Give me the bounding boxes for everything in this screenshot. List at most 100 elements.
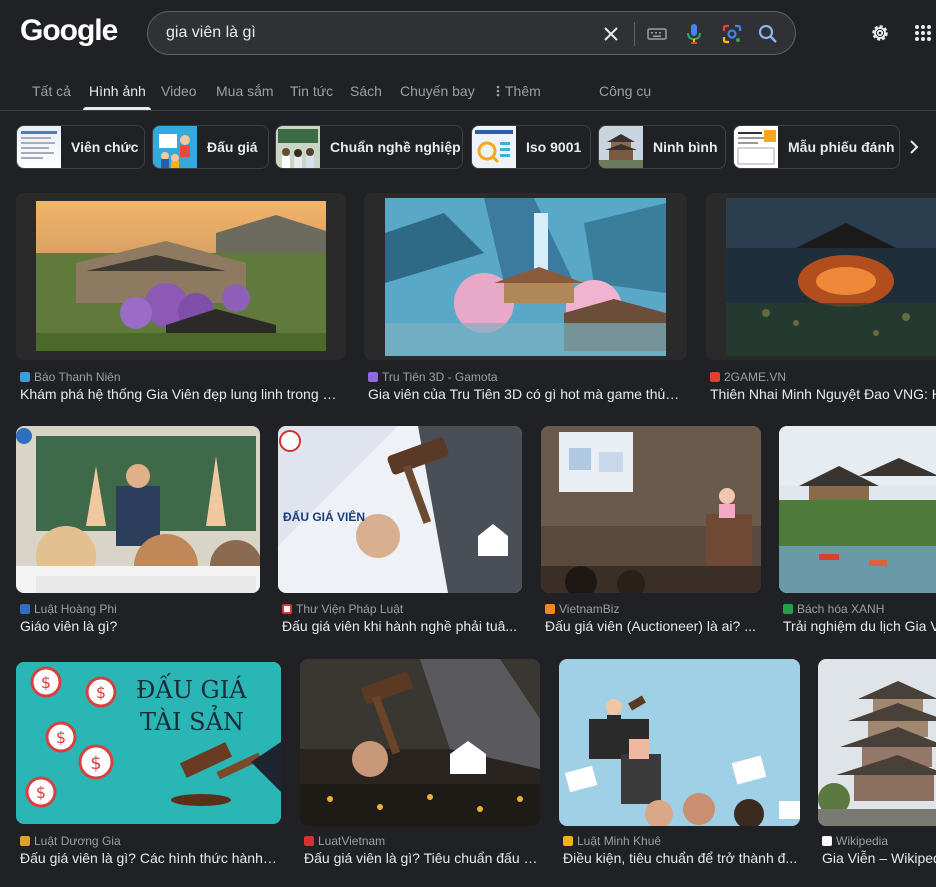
search-icon[interactable] [754, 20, 782, 48]
source-name: Bách hóa XANH [797, 602, 885, 616]
favicon-icon [20, 372, 30, 382]
favicon-icon [304, 836, 314, 846]
related-chips: Viên chức Đấu giá Chuẩn nghề nghiệp Iso … [0, 124, 936, 170]
chip-mau-phieu-danh[interactable]: Mẫu phiếu đánh [733, 125, 900, 169]
image-result[interactable]: Luật Hoàng Phi Giáo viên là gì? [16, 426, 260, 636]
result-title[interactable]: Thiên Nhai Minh Nguyệt Đao VNG: Hệ [710, 386, 936, 402]
source-name: Tru Tiên 3D - Gamota [382, 370, 498, 384]
chevron-right-icon[interactable] [904, 136, 924, 158]
chip-label: Chuẩn nghề nghiệp [330, 139, 461, 155]
result-thumbnail[interactable] [16, 426, 260, 593]
chip-label: Ninh bình [653, 139, 718, 155]
result-thumbnail[interactable] [779, 426, 936, 593]
result-source: LuatVietnam [304, 834, 540, 848]
image-result[interactable]: VietnamBiz Đấu giá viên (Auctioneer) là … [541, 426, 761, 636]
source-name: LuatVietnam [318, 834, 386, 848]
result-thumbnail[interactable] [541, 426, 761, 593]
result-source: Báo Thanh Niên [20, 370, 340, 384]
result-thumbnail[interactable] [559, 659, 800, 826]
image-result[interactable]: ĐẤU GIÁ VIÊN Thư Viện Pháp Luật Đấu giá … [278, 426, 522, 636]
chip-vien-chuc[interactable]: Viên chức [16, 125, 145, 169]
image-result[interactable]: Wikipedia Gia Viễn – Wikiped [818, 659, 936, 869]
result-title[interactable]: Điều kiện, tiêu chuẩn để trở thành đ... [563, 850, 798, 866]
image-result[interactable]: Tru Tiên 3D - Gamota Gia viên của Tru Ti… [364, 193, 687, 408]
source-name: Luật Minh Khuê [577, 834, 662, 848]
result-title[interactable]: Giáo viên là gì? [20, 618, 260, 634]
favicon-icon [545, 604, 555, 614]
image-result[interactable]: Báo Thanh Niên Khám phá hệ thống Gia Viê… [16, 193, 346, 408]
result-source: Luật Minh Khuê [563, 834, 800, 848]
tab-more[interactable]: Thêm [496, 83, 541, 99]
tab-all[interactable]: Tất cả [32, 83, 71, 99]
favicon-icon [710, 372, 720, 382]
search-divider [634, 22, 635, 46]
favicon-icon [368, 372, 378, 382]
tab-flights[interactable]: Chuyến bay [400, 83, 475, 99]
result-thumbnail[interactable] [818, 659, 936, 826]
result-title[interactable]: Đấu giá viên là gì? Các hình thức hành .… [20, 850, 278, 866]
tab-more-label: Thêm [505, 83, 541, 99]
apps-grid-icon[interactable] [910, 20, 936, 46]
header: Google [0, 0, 936, 66]
result-thumbnail[interactable] [706, 193, 936, 360]
svg-text:$: $ [41, 673, 51, 692]
favicon-icon [20, 836, 30, 846]
image-result[interactable]: 2GAME.VN Thiên Nhai Minh Nguyệt Đao VNG:… [706, 193, 936, 408]
result-thumbnail[interactable] [364, 193, 687, 360]
image-banner-line1: ĐẤU GIÁ [136, 676, 247, 704]
result-source: VietnamBiz [545, 602, 761, 616]
chip-chuan-nghe-nghiep[interactable]: Chuẩn nghề nghiệp [275, 125, 463, 169]
keyboard-icon[interactable] [643, 20, 671, 48]
tab-books[interactable]: Sách [350, 83, 382, 99]
favicon-icon [20, 604, 30, 614]
result-source: Wikipedia [822, 834, 936, 848]
chip-label: Mẫu phiếu đánh [788, 139, 895, 155]
result-title[interactable]: Gia Viễn – Wikiped [822, 850, 936, 866]
result-title[interactable]: Đấu giá viên (Auctioneer) là ai? ... [545, 618, 761, 634]
result-thumbnail[interactable]: ĐẤU GIÁ VIÊN [278, 426, 522, 593]
result-thumbnail[interactable] [16, 193, 346, 360]
svg-text:$: $ [56, 728, 66, 747]
image-result[interactable]: $ $ $ $ $ ĐẤU GIÁ TÀI SẢN Luật Dương Gia… [16, 659, 281, 869]
image-banner-line2: TÀI SẢN [140, 708, 244, 736]
source-name: Luật Dương Gia [34, 834, 121, 848]
search-input[interactable] [166, 12, 586, 54]
tab-tools[interactable]: Công cụ [599, 83, 651, 99]
google-logo[interactable]: Google [20, 14, 118, 48]
favicon-icon [822, 836, 832, 846]
result-title[interactable]: Trải nghiệm du lịch Gia Viễ [783, 618, 936, 634]
source-name: VietnamBiz [559, 602, 620, 616]
source-name: Wikipedia [836, 834, 889, 848]
tab-news[interactable]: Tin tức [290, 83, 333, 99]
result-title[interactable]: Khám phá hệ thống Gia Viên đẹp lung linh… [20, 386, 342, 402]
chip-ninh-binh[interactable]: Ninh bình [598, 125, 726, 169]
result-thumbnail[interactable] [300, 659, 540, 826]
gear-icon[interactable] [866, 19, 894, 47]
chip-label: Viên chức [71, 139, 139, 155]
result-thumbnail[interactable]: $ $ $ $ $ ĐẤU GIÁ TÀI SẢN [16, 662, 281, 824]
result-source: Thư Viện Pháp Luật [282, 602, 522, 616]
chip-iso-9001[interactable]: Iso 9001 [471, 125, 591, 169]
chip-thumbnail [153, 126, 197, 168]
image-result[interactable]: LuatVietnam Đấu giá viên là gì? Tiêu chu… [300, 659, 540, 869]
source-name: Thư Viện Pháp Luật [296, 602, 404, 616]
lens-icon[interactable] [718, 20, 746, 48]
svg-text:$: $ [36, 783, 46, 802]
image-result[interactable]: Luật Minh Khuê Điều kiện, tiêu chuẩn để … [559, 659, 800, 869]
result-title[interactable]: Đấu giá viên là gì? Tiêu chuẩn đấu g... [304, 850, 540, 866]
chip-thumbnail [599, 126, 643, 168]
chip-dau-gia[interactable]: Đấu giá [152, 125, 269, 169]
tab-video[interactable]: Video [161, 83, 197, 99]
result-source: Bách hóa XANH [783, 602, 936, 616]
mic-icon[interactable] [680, 20, 708, 48]
tab-images[interactable]: Hình ảnh [89, 83, 146, 99]
result-title[interactable]: Gia viên của Tru Tiên 3D có gì hot mà ga… [368, 386, 683, 402]
clear-icon[interactable] [597, 20, 625, 48]
search-tabs: Tất cả Hình ảnh Video Mua sắm Tin tức Sá… [0, 66, 936, 111]
source-name: 2GAME.VN [724, 370, 787, 384]
result-title[interactable]: Đấu giá viên khi hành nghề phải tuâ... [282, 618, 518, 634]
image-result[interactable]: Bách hóa XANH Trải nghiệm du lịch Gia Vi… [779, 426, 936, 636]
chip-thumbnail [734, 126, 778, 168]
tab-shopping[interactable]: Mua sắm [216, 83, 274, 99]
search-box[interactable] [147, 11, 796, 55]
